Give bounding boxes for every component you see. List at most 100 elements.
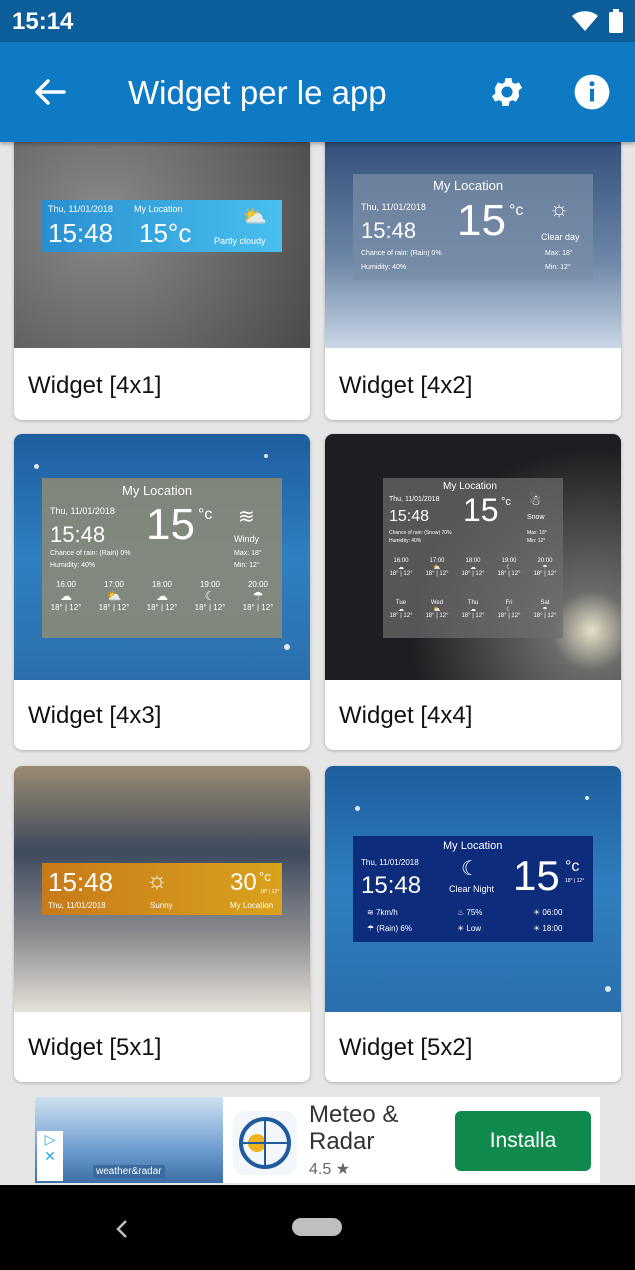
- widget-date: Thu, 11/01/2018: [48, 901, 106, 910]
- hour-temp: 18° | 12°: [50, 603, 82, 612]
- widget-preview: My Location Thu, 11/01/2018 15:48 15 °c …: [325, 142, 621, 348]
- hour-temp: 18° | 12°: [389, 571, 413, 577]
- widget-preview: My Location Thu, 11/01/2018 15:48 15 °c …: [325, 434, 621, 680]
- partly-cloudy-icon: ⛅: [433, 607, 441, 613]
- widget-card-5x2[interactable]: My Location Thu, 11/01/2018 15:48 ☾ Clea…: [325, 766, 621, 1082]
- widget-date: Thu, 11/01/2018: [50, 506, 115, 516]
- day-item: Thu ☁ 18° | 12°: [461, 600, 484, 619]
- widget-humidity: Humidity: 40%: [389, 538, 422, 544]
- widget-temp: 15: [463, 492, 499, 528]
- widget-temp: 15: [513, 852, 560, 899]
- partly-cloudy-icon: ⛅: [433, 565, 441, 571]
- widget-location: My Location: [433, 178, 504, 193]
- day-item: Tue ☁ 18° | 12°: [389, 600, 412, 619]
- widget-unit: °c: [198, 506, 213, 523]
- widget-grid: Thu, 11/01/2018 My Location 15:48 15°c ⛅…: [0, 142, 635, 1092]
- widget-condition: Clear Night: [449, 884, 495, 894]
- widget-card-label: Widget [5x1]: [28, 1034, 162, 1061]
- snowflake: [355, 806, 360, 811]
- widget-minmax: 18° | 12°: [565, 878, 585, 884]
- install-button[interactable]: Installa: [455, 1111, 591, 1171]
- info-icon: [574, 74, 610, 110]
- wind-icon: ≋: [367, 908, 376, 917]
- sunset-icon: ☀: [533, 924, 543, 933]
- hour-temp: 18° | 12°: [146, 603, 178, 612]
- status-icons: [571, 9, 623, 33]
- uv-icon: ☀: [457, 924, 467, 933]
- day-temp: 18° | 12°: [425, 613, 449, 619]
- widget-time: 15:48: [48, 218, 114, 248]
- widget-condition: Sunny: [150, 901, 173, 910]
- hour-temp: 18° | 12°: [497, 571, 521, 577]
- widget-unit: °c: [565, 858, 580, 875]
- sunset-value: 18:00: [542, 924, 563, 933]
- info-button[interactable]: [573, 73, 611, 111]
- widget-chance: Chance of rain: (Rain) 0%: [50, 550, 131, 557]
- hour-temp: 18° | 12°: [194, 603, 226, 612]
- gear-icon: [491, 78, 523, 106]
- day-item: Sat ☂ 18° | 12°: [533, 600, 556, 619]
- day-temp: 18° | 12°: [497, 613, 521, 619]
- widget-card-4x3[interactable]: My Location Thu, 11/01/2018 15:48 15 °c …: [14, 434, 310, 750]
- widget-location: My Location: [443, 481, 497, 492]
- widget-min: Min: 12°: [527, 538, 546, 544]
- globe-icon: [239, 1117, 291, 1169]
- ad-close-icon[interactable]: ✕: [37, 1148, 63, 1165]
- ad-image: ▷ ✕ weather&radar: [35, 1097, 223, 1183]
- cloud-icon: ☁: [397, 565, 404, 571]
- partly-cloudy-icon: ⛅: [106, 589, 122, 603]
- widget-chance: Chance of rain: (Rain) 0%: [361, 250, 442, 257]
- widget-condition: Snow: [527, 514, 545, 521]
- day-temp: 18° | 12°: [461, 613, 485, 619]
- cloud-icon: ☁: [469, 607, 476, 613]
- ad-brand: weather&radar: [93, 1165, 165, 1178]
- widget-date: Thu, 11/01/2018: [361, 858, 419, 867]
- wind-value: 7km/h: [375, 908, 398, 917]
- hourly-forecast: 16:00 ☁ 18° | 12° 17:00 ⛅ 18° | 12° 18:00 ☁ 18…: [383, 558, 563, 577]
- cloud-icon: ☁: [156, 589, 168, 603]
- nav-home-button[interactable]: [292, 1218, 342, 1236]
- widget-4x2: My Location Thu, 11/01/2018 15:48 15 °c …: [353, 174, 593, 280]
- widget-preview: My Location Thu, 11/01/2018 15:48 ☾ Clea…: [325, 766, 621, 1012]
- moon-icon: ☾: [204, 589, 216, 603]
- daily-forecast: Tue ☁ 18° | 12° Wed ⛅ 18° | 12° Thu ☁ 18° | 12…: [383, 600, 563, 619]
- widget-max: Max: 18°: [527, 530, 547, 536]
- widget-preview: Thu, 11/01/2018 My Location 15:48 15°c ⛅…: [14, 142, 310, 348]
- rain-icon: ☂: [367, 924, 377, 933]
- hour-item: 20:00 ☂ 18° | 12°: [243, 580, 274, 612]
- widget-humidity: Humidity: 40%: [50, 562, 96, 569]
- widget-chance: Chance of rain: (Snow) 70%: [389, 530, 452, 536]
- widget-card-4x1[interactable]: Thu, 11/01/2018 My Location 15:48 15°c ⛅…: [14, 142, 310, 420]
- rain-cloud-icon: ☂: [252, 589, 264, 603]
- settings-button[interactable]: [488, 73, 526, 111]
- widget-unit: °c: [501, 496, 511, 508]
- wifi-icon: [572, 11, 598, 31]
- widget-unit: °c: [259, 869, 271, 884]
- snowflake: [34, 464, 39, 469]
- humidity-icon: ♨: [457, 908, 467, 917]
- hour-item: 18:00 ☁ 18° | 12°: [147, 580, 178, 612]
- ad-rating: 4.5 ★: [309, 1161, 351, 1178]
- sunrise-value: 06:00: [542, 908, 563, 917]
- widget-card-label: Widget [5x2]: [339, 1034, 473, 1061]
- nav-back-icon[interactable]: [112, 1217, 132, 1241]
- ad-choices[interactable]: ▷ ✕: [37, 1131, 63, 1181]
- rain-stat: ☂ (Rain) 6%: [367, 924, 412, 933]
- partly-cloudy-icon: ⛅: [242, 206, 267, 228]
- day-temp: 18° | 12°: [533, 613, 557, 619]
- widget-preview: 15:48 Thu, 11/01/2018 ☼ Sunny 30 °c 18° …: [14, 766, 310, 1012]
- widget-card-4x4[interactable]: My Location Thu, 11/01/2018 15:48 15 °c …: [325, 434, 621, 750]
- widget-location: My Location: [230, 901, 274, 910]
- day-item: Fri ☾ 18° | 12°: [497, 600, 520, 619]
- widget-date: Thu, 11/01/2018: [48, 204, 113, 214]
- rain-value: (Rain) 6%: [376, 924, 412, 933]
- widget-time: 15:48: [361, 218, 417, 243]
- widget-card-4x2[interactable]: My Location Thu, 11/01/2018 15:48 15 °c …: [325, 142, 621, 420]
- hour-time: 17:00: [103, 580, 125, 589]
- widget-card-5x1[interactable]: 15:48 Thu, 11/01/2018 ☼ Sunny 30 °c 18° …: [14, 766, 310, 1082]
- ad-banner[interactable]: ▷ ✕ weather&radar Meteo & Radar 4.5 ★ In…: [35, 1097, 600, 1183]
- back-button[interactable]: [30, 72, 70, 112]
- widget-max: Max: 18°: [234, 550, 262, 557]
- hour-item: 18:00 ☁ 18° | 12°: [461, 558, 484, 577]
- hour-item: 17:00 ⛅ 18° | 12°: [99, 580, 130, 612]
